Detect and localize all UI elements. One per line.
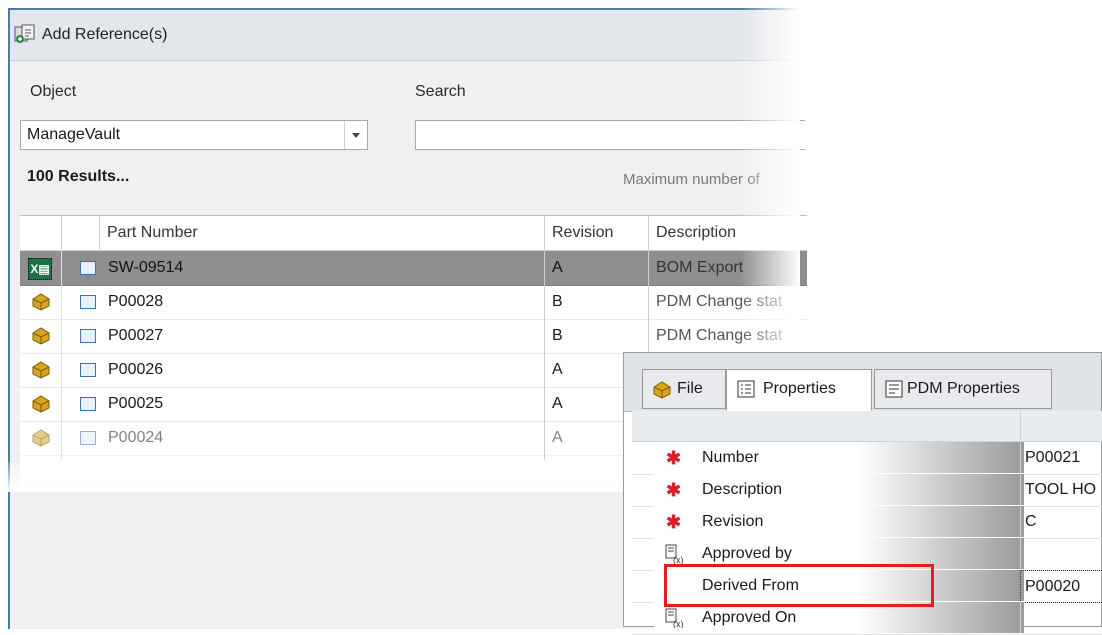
property-value: TOOL HO (1025, 481, 1097, 498)
row-checkbox[interactable] (80, 363, 96, 377)
pdm-properties-icon (885, 380, 903, 398)
column-divider (1020, 411, 1021, 441)
property-value-cell[interactable]: P00021 (1020, 442, 1102, 473)
revision-cell: A (552, 429, 563, 446)
part-number-cell: P00028 (108, 293, 164, 310)
property-row-description[interactable]: ✱ Description TOOL HO (632, 474, 1102, 507)
property-name-cell: ✱ Description (654, 474, 1024, 505)
row-checkbox[interactable] (80, 295, 96, 309)
revision-cell: B (552, 327, 563, 344)
object-combobox[interactable]: ManageVault (20, 120, 368, 150)
dialog-titlebar: Add Reference(s) (10, 10, 800, 61)
part-number-cell: P00027 (108, 327, 164, 344)
part-icon (32, 429, 50, 447)
row-checkbox[interactable] (80, 397, 96, 411)
variable-icon: (x) (665, 608, 684, 628)
property-name: Number (702, 449, 759, 466)
part-icon (653, 381, 671, 399)
column-divider (544, 250, 545, 460)
required-icon: ✱ (666, 512, 682, 532)
properties-tabbar: File Properties PDM Properties (624, 353, 1101, 412)
table-row[interactable]: X▤ SW-09514 A BOM Export (20, 251, 807, 286)
part-icon (32, 293, 50, 311)
chevron-down-icon[interactable] (344, 121, 367, 149)
part-icon (32, 327, 50, 345)
variable-icon: (x) (665, 544, 684, 564)
check-column-header[interactable] (62, 216, 100, 250)
required-icon: ✱ (666, 448, 682, 468)
row-checkbox[interactable] (80, 261, 96, 275)
table-row[interactable]: P00027 B PDM Change stat (20, 319, 807, 354)
part-number-cell: P00025 (108, 395, 164, 412)
part-number-cell: SW-09514 (108, 259, 184, 276)
row-checkbox[interactable] (80, 329, 96, 343)
property-row-revision[interactable]: ✱ Revision C (632, 506, 1102, 539)
object-label: Object (30, 83, 77, 100)
description-cell: BOM Export (656, 259, 744, 276)
part-number-cell: P00026 (108, 361, 164, 378)
dialog-title: Add Reference(s) (42, 26, 168, 43)
property-value-cell[interactable]: TOOL HO (1020, 474, 1102, 505)
property-value: P00020 (1025, 578, 1081, 595)
property-value: P00021 (1025, 449, 1081, 466)
row-checkbox[interactable] (80, 431, 96, 445)
svg-text:(x): (x) (673, 555, 684, 564)
revision-cell: A (552, 361, 563, 378)
tab-properties[interactable]: Properties (726, 369, 872, 411)
tab-file[interactable]: File (642, 369, 726, 409)
revision-cell: A (552, 259, 563, 276)
property-value-cell[interactable]: C (1020, 506, 1102, 537)
part-icon (32, 361, 50, 379)
part-number-cell: P00024 (108, 429, 164, 446)
revision-cell: B (552, 293, 563, 310)
property-value-cell[interactable] (1020, 538, 1102, 569)
results-count: 100 Results... (27, 168, 130, 185)
property-name: Description (702, 481, 783, 498)
tab-properties-label: Properties (763, 380, 836, 397)
grid-header: Part Number Revision Description (20, 216, 807, 251)
properties-icon (737, 380, 755, 398)
tab-pdm-properties-label: PDM Properties (907, 380, 1020, 397)
property-name-cell: ✱ Revision (654, 506, 1024, 537)
column-header-part-number[interactable]: Part Number (100, 216, 545, 250)
tab-pdm-properties[interactable]: PDM Properties (874, 369, 1052, 409)
property-value-cell[interactable] (1020, 602, 1102, 633)
property-name: Approved On (702, 609, 797, 626)
table-row[interactable]: P00028 B PDM Change stat (20, 285, 807, 320)
column-header-revision[interactable]: Revision (545, 216, 649, 250)
property-row-number[interactable]: ✱ Number P00021 (632, 442, 1102, 475)
tab-file-label: File (677, 380, 703, 397)
add-reference-icon (14, 24, 35, 43)
part-icon (32, 395, 50, 413)
required-icon: ✱ (666, 480, 682, 500)
search-label: Search (415, 83, 466, 100)
property-name: Approved by (702, 545, 792, 562)
object-combobox-value: ManageVault (27, 126, 121, 143)
derived-from-highlight (664, 564, 934, 607)
property-value: C (1025, 513, 1037, 530)
property-name: Revision (702, 513, 764, 530)
property-value-cell[interactable]: P00020 (1020, 570, 1102, 603)
properties-grid-header (632, 411, 1102, 442)
icon-column-header[interactable] (20, 216, 62, 250)
column-divider (61, 250, 62, 460)
excel-icon: X▤ (28, 258, 52, 280)
property-name-cell: ✱ Number (654, 442, 1024, 473)
revision-cell: A (552, 395, 563, 412)
